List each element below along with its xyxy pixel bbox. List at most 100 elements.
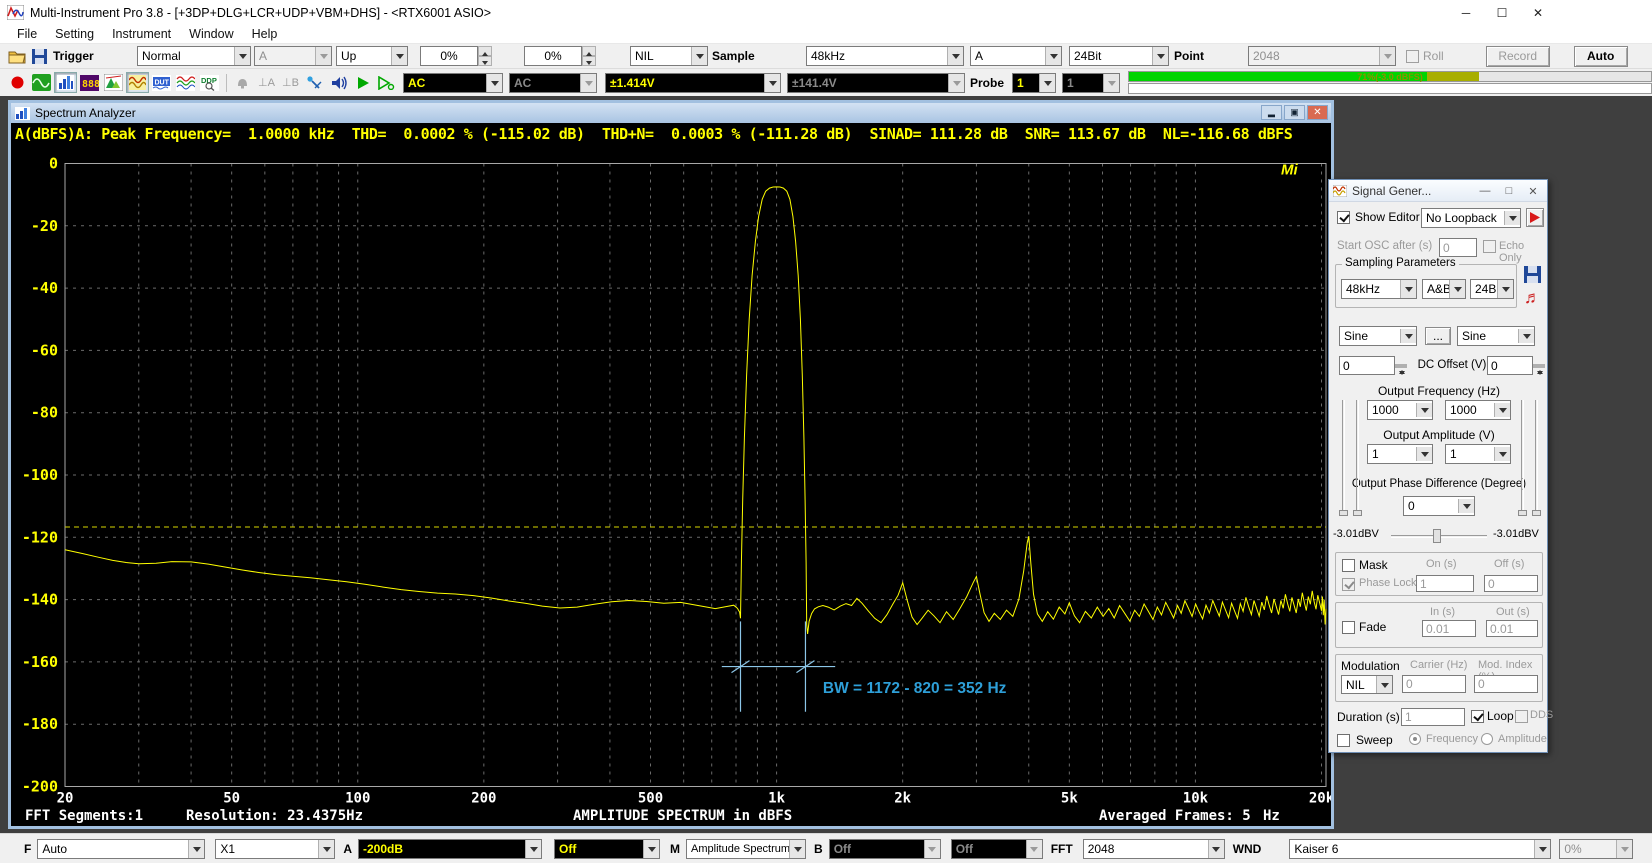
run-loop-icon[interactable] — [375, 72, 398, 93]
dc-offset-b-spinner[interactable] — [1533, 356, 1545, 375]
dropdown-arrow — [1534, 840, 1550, 858]
sample-rate-combo[interactable]: 48kHz — [806, 46, 964, 66]
generator-close-button[interactable]: ✕ — [1521, 180, 1545, 202]
trigger-mode-combo[interactable]: Normal — [137, 46, 251, 66]
slider-thumb[interactable] — [1353, 510, 1362, 516]
sound-output-icon[interactable] — [327, 72, 350, 93]
probe-a-combo[interactable]: 1 — [1012, 73, 1056, 93]
gen-bits-combo[interactable]: 24Bit — [1470, 279, 1514, 299]
frequency-b-slider[interactable] — [1521, 400, 1524, 516]
ddp-viewer-icon[interactable]: DDP — [198, 72, 221, 93]
record-icon[interactable] — [6, 72, 29, 93]
save-icon[interactable] — [32, 49, 47, 64]
slider-thumb[interactable] — [1532, 510, 1541, 516]
menu-instrument[interactable]: Instrument — [103, 27, 180, 41]
amplitude-b-combo[interactable]: 1 — [1445, 444, 1511, 464]
slider-thumb[interactable] — [1518, 510, 1527, 516]
y-tick-label: -160 — [22, 653, 58, 671]
coupling-a-combo[interactable]: AC — [403, 73, 503, 93]
window-function-combo[interactable]: Kaiser 6 — [1289, 839, 1551, 859]
gen-rate-combo[interactable]: 48kHz — [1341, 279, 1417, 299]
range-a-combo[interactable]: ±1.414V — [605, 73, 781, 93]
dc-offset-a-spinner[interactable] — [1395, 356, 1407, 375]
measurement-readout: A(dBFS)A: Peak Frequency= 1.0000 kHz THD… — [11, 123, 1331, 145]
dc-offset-b-input[interactable]: 0 — [1487, 356, 1533, 375]
a-reference-combo[interactable]: Off — [554, 839, 660, 859]
note-editor-icon[interactable]: ♬ — [1524, 288, 1541, 308]
dropdown-arrow — [1379, 47, 1395, 65]
trigger-level-spinner[interactable]: 0% — [420, 46, 492, 66]
range-b-combo: ±141.4V — [787, 73, 965, 93]
generator-title-bar[interactable]: Signal Gener... — □ ✕ — [1329, 180, 1547, 202]
loopback-combo[interactable]: No Loopback — [1421, 208, 1521, 228]
open-file-icon[interactable] — [8, 49, 27, 64]
frequency-b-combo[interactable]: 1000 — [1445, 400, 1511, 420]
b-reference-combo: Off — [951, 839, 1043, 859]
echo-only-label: Echo Only — [1499, 240, 1547, 264]
frequency-a-combo[interactable]: 1000 — [1367, 400, 1433, 420]
mask-checkbox[interactable] — [1342, 559, 1355, 572]
x-tick-label: 1k — [768, 791, 785, 807]
loop-checkbox[interactable] — [1471, 710, 1484, 723]
window-minimize-button[interactable]: ─ — [1448, 0, 1484, 25]
menu-setting[interactable]: Setting — [46, 27, 103, 41]
trigger-coupling-combo[interactable]: NIL — [630, 46, 708, 66]
spectrum-close-button[interactable]: ✕ — [1307, 105, 1328, 120]
dut-icon[interactable]: DUT — [150, 72, 173, 93]
fade-checkbox[interactable] — [1342, 621, 1355, 634]
generator-run-button[interactable] — [1526, 208, 1544, 227]
menu-help[interactable]: Help — [243, 27, 287, 41]
waveform-a-combo[interactable]: Sine — [1339, 326, 1417, 346]
show-editor-checkbox[interactable] — [1337, 211, 1350, 224]
waveform-b-combo[interactable]: Sine — [1457, 326, 1535, 346]
modulation-label: Modulation — [1341, 659, 1400, 673]
spectrum-3d-icon[interactable] — [102, 72, 125, 93]
menu-window[interactable]: Window — [180, 27, 242, 41]
window-maximize-button[interactable]: ☐ — [1484, 0, 1520, 25]
gen-channels-combo[interactable]: A&B — [1422, 279, 1466, 299]
trigger-edge-combo[interactable]: Up — [336, 46, 408, 66]
generator-minimize-button[interactable]: — — [1473, 180, 1497, 202]
amplitude-a-slider[interactable] — [1356, 400, 1359, 516]
run-icon[interactable] — [351, 72, 374, 93]
fade-in-input: 0.01 — [1422, 620, 1476, 637]
signal-generator-icon[interactable] — [126, 72, 149, 93]
amplitude-b-slider[interactable] — [1535, 400, 1538, 516]
fft-size-combo[interactable]: 2048 — [1083, 839, 1225, 859]
spectrum-maximize-button[interactable]: ▣ — [1284, 105, 1305, 120]
frequency-a-slider[interactable] — [1342, 400, 1345, 516]
auto-button[interactable]: Auto — [1574, 46, 1628, 67]
x-zoom-combo[interactable]: X1 — [215, 839, 335, 859]
slider-thumb[interactable] — [1339, 510, 1348, 516]
menu-file[interactable]: File — [8, 27, 46, 41]
a-range-combo[interactable]: -200dB — [358, 839, 542, 859]
svg-text:DUT: DUT — [155, 79, 170, 86]
spectrum-minimize-button[interactable]: ▂ — [1261, 105, 1282, 120]
spectrum-plot[interactable]: 0-20-40-60-80-100-120-140-160-180-200205… — [11, 145, 1331, 807]
display-mode-combo[interactable]: Amplitude Spectrum — [686, 839, 806, 859]
sweep-checkbox[interactable] — [1337, 734, 1350, 747]
balance-slider-thumb[interactable] — [1433, 529, 1441, 543]
window-close-button[interactable]: ✕ — [1520, 0, 1556, 25]
derived-spectrum-icon[interactable] — [174, 72, 197, 93]
freq-axis-mode-combo[interactable]: Auto — [37, 839, 205, 859]
bit-depth-combo[interactable]: 24Bit — [1069, 46, 1169, 66]
spectrum-analyzer-icon[interactable] — [54, 72, 77, 93]
amplitude-a-combo[interactable]: 1 — [1367, 444, 1433, 464]
wnd-label: WND — [1233, 842, 1262, 856]
generator-maximize-button[interactable]: □ — [1497, 180, 1521, 202]
dc-offset-a-input[interactable]: 0 — [1339, 356, 1395, 375]
averaged-frames-status: Averaged Frames: 5 — [1099, 808, 1251, 824]
multimeter-icon[interactable]: 888 — [78, 72, 101, 93]
modulation-type-combo[interactable]: NIL — [1341, 675, 1393, 694]
oscilloscope-icon[interactable] — [30, 72, 53, 93]
phase-difference-combo[interactable]: 0 — [1403, 496, 1475, 516]
fft-segments-status: FFT Segments:1 — [25, 808, 143, 824]
more-waveform-button[interactable]: ... — [1425, 327, 1451, 345]
trigger-delay-spinner[interactable]: 0% — [524, 46, 596, 66]
spectrum-window-title-bar[interactable]: Spectrum Analyzer ▂ ▣ ✕ — [11, 103, 1331, 123]
mdi-area: Spectrum Analyzer ▂ ▣ ✕ A(dBFS)A: Peak F… — [0, 96, 1652, 833]
sample-channel-combo[interactable]: A — [970, 46, 1062, 66]
probe-calibration-icon[interactable] — [303, 72, 326, 93]
generator-save-icon[interactable] — [1524, 266, 1541, 283]
